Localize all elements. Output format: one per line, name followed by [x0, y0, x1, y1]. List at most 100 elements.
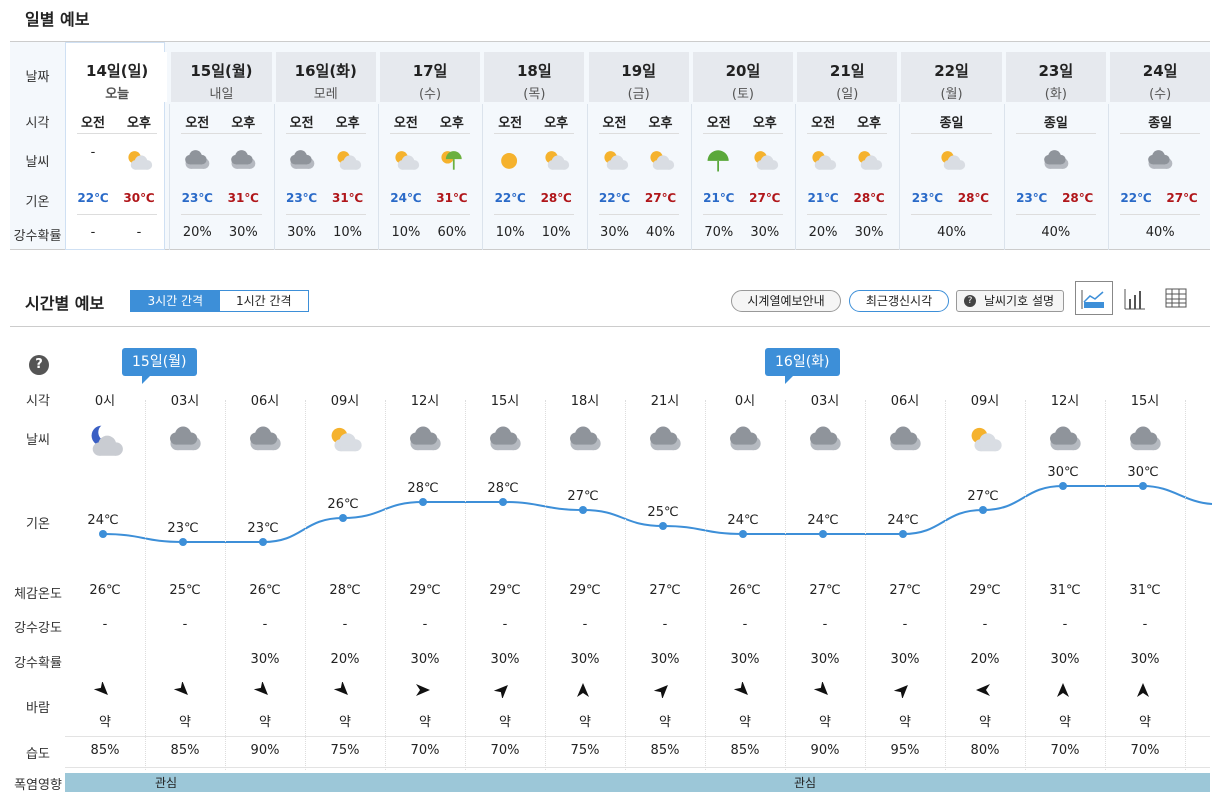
day-header[interactable]: 18일 (목) [484, 52, 585, 102]
hour-intensity: - [822, 617, 828, 632]
hour-temp: 24℃ [727, 513, 759, 528]
table-view-icon[interactable] [1165, 288, 1187, 308]
hourly-help-icon[interactable]: ? [29, 355, 49, 375]
weather-cloud-sun-icon [637, 145, 685, 179]
hour-temp: 23℃ [247, 521, 279, 536]
weather-moon-cloud-icon [65, 420, 145, 462]
hour-temp: 23℃ [167, 521, 199, 536]
hour-feel: 26℃ [729, 583, 761, 598]
wind-arrow-icon [705, 682, 785, 698]
hour-humidity: 70% [410, 743, 440, 758]
day-header[interactable]: 22일 (월) [901, 52, 1002, 102]
hour-temp: 27℃ [567, 489, 599, 504]
day-header[interactable]: 21일 (일) [797, 52, 898, 102]
day-header[interactable]: 20일 (토) [692, 52, 794, 102]
day-bubble-16: 16일(화) [765, 348, 840, 384]
line-chart-view-icon[interactable] [1075, 281, 1113, 315]
day-low: 22℃ [77, 191, 109, 205]
hour-precip: 20% [330, 652, 360, 667]
help-icon: ? [964, 295, 976, 307]
day-header[interactable]: 16일(화) 모레 [275, 52, 376, 102]
hour-feel: 29℃ [409, 583, 441, 598]
day-date: 24일 [1142, 62, 1178, 80]
temp-point [899, 530, 907, 538]
hour-wind-strength: 약 [979, 715, 991, 730]
tab-1h[interactable]: 1시간 간격 [220, 291, 309, 311]
hour-temp: 24℃ [87, 513, 119, 528]
temp-point [499, 498, 507, 506]
temp-point [179, 538, 187, 546]
weather-cloud-sun-icon [799, 145, 847, 179]
day-pm-precip: 30% [854, 225, 884, 240]
day-header[interactable]: 19일 (금) [588, 52, 689, 102]
hour-time: 12시 [410, 394, 440, 409]
day-header[interactable]: 14일(일) 오늘 [67, 52, 168, 102]
day-low: 22℃ [598, 191, 631, 205]
temp-point [819, 530, 827, 538]
timeseries-guide-button[interactable]: 시계열예보안내 [731, 290, 841, 312]
hourly-title: 시간별 예보 [25, 294, 105, 313]
day-sub: (토) [731, 87, 754, 102]
day-allday-precip: 40% [1145, 225, 1175, 240]
day-am-label: 오전 [289, 116, 314, 131]
hour-humidity: 85% [730, 743, 760, 758]
weather-cloud-icon [385, 420, 465, 462]
day-low: 23℃ [911, 191, 943, 205]
day-header[interactable]: 24일 (수) [1110, 52, 1211, 102]
weather-cloud-icon [625, 420, 705, 462]
hour-temp: 30℃ [1127, 465, 1159, 480]
day-am-precip: 10% [391, 225, 421, 240]
day-allday-precip: 40% [1041, 225, 1071, 240]
day-header[interactable]: 15일(월) 내일 [171, 52, 272, 102]
weather-symbol-button[interactable]: ? 날씨기호 설명 [956, 290, 1064, 312]
day-am-label: 오전 [498, 116, 523, 131]
h-label-time: 시각 [26, 394, 50, 409]
day-pm-label: 오후 [648, 116, 673, 131]
day-high: 30℃ [123, 191, 155, 205]
weather-cloud-icon [225, 420, 305, 462]
day-date: 22일 [934, 62, 969, 80]
bar-chart-view-icon[interactable] [1123, 285, 1147, 311]
day-am-label: 오전 [185, 116, 210, 131]
hour-intensity: - [902, 617, 908, 632]
weather-symbol-label: 날씨기호 설명 [983, 294, 1055, 308]
wind-arrow-icon [305, 682, 385, 698]
day-pm-label: 오후 [544, 116, 569, 131]
hour-time: 06시 [890, 394, 920, 409]
day-am-label: 오전 [811, 116, 836, 131]
hour-intensity: - [342, 617, 348, 632]
day-low: 21℃ [807, 191, 839, 205]
day-high: 27℃ [1166, 191, 1198, 205]
weather-cloud-icon [465, 420, 545, 462]
hour-feel: 27℃ [809, 583, 841, 598]
day-low: 23℃ [285, 191, 318, 205]
hour-temp: 27℃ [967, 489, 999, 504]
weather-shower-icon [428, 145, 476, 179]
hour-feel: 28℃ [329, 583, 361, 598]
day-pm-label: 오후 [127, 116, 151, 131]
hour-precip: 30% [250, 652, 280, 667]
day-sub: (금) [627, 87, 650, 102]
day-high: 31℃ [436, 191, 468, 205]
wind-arrow-icon [625, 682, 705, 698]
day-low: 21℃ [703, 191, 735, 205]
hour-feel: 26℃ [89, 583, 121, 598]
hour-wind-strength: 약 [739, 715, 751, 730]
hour-feel: 26℃ [249, 583, 281, 598]
weather-cloud-icon [785, 420, 865, 462]
weather-cloud-sun-icon [945, 420, 1025, 462]
day-pm-label: 오후 [335, 116, 360, 131]
day-low: 22℃ [1120, 191, 1152, 205]
day-high: 28℃ [957, 191, 989, 205]
day-header[interactable]: 17일 (수) [379, 52, 481, 102]
last-update-button[interactable]: 최근갱신시각 [849, 290, 949, 312]
day-date: 23일 [1038, 62, 1074, 80]
day-pm-precip: 10% [541, 225, 571, 240]
tab-3h[interactable]: 3시간 간격 [131, 291, 220, 311]
hour-time: 03시 [170, 394, 200, 409]
day-high: 28℃ [1062, 191, 1094, 205]
hour-time: 15시 [1130, 394, 1160, 409]
day-header[interactable]: 23일 (화) [1005, 52, 1106, 102]
weather-cloud-sun-icon [382, 145, 430, 179]
day-low: 24℃ [390, 191, 422, 205]
